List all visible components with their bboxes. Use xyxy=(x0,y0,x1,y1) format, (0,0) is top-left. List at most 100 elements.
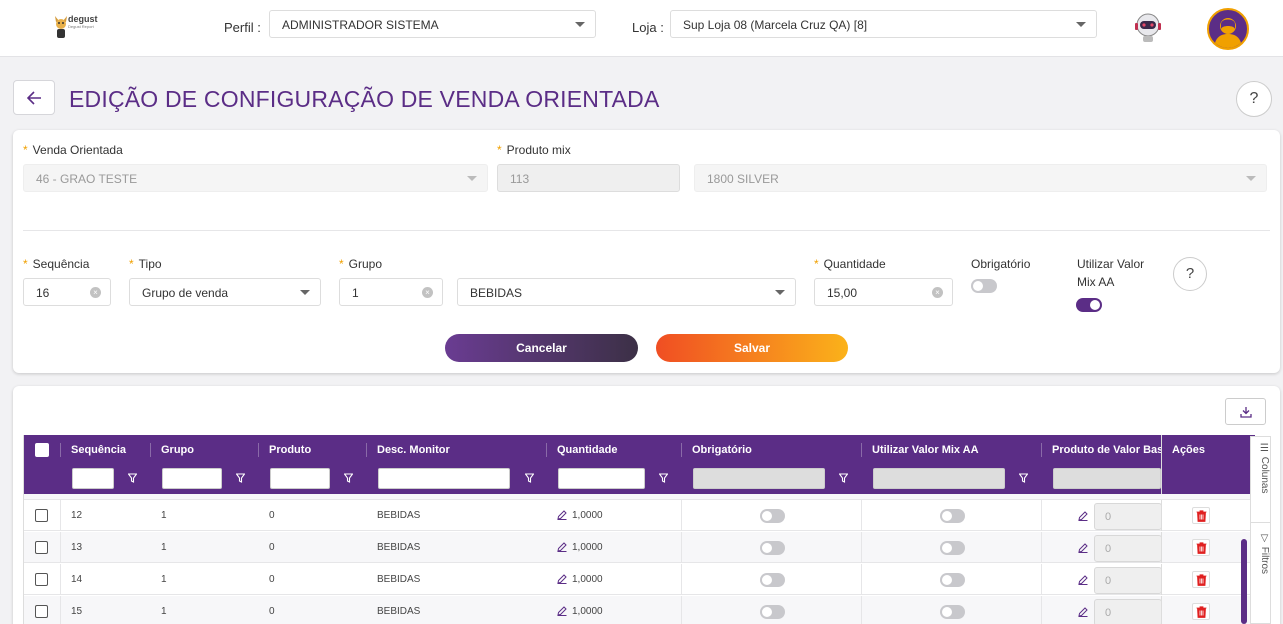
obrigatorio-toggle[interactable] xyxy=(760,605,785,619)
cell-quantidade[interactable]: 1,0000 xyxy=(547,564,603,595)
col-produto[interactable]: Produto xyxy=(259,435,367,465)
user-avatar[interactable] xyxy=(1207,8,1249,50)
save-button[interactable]: Salvar xyxy=(656,334,848,362)
cell-quantidade[interactable]: 1,0000 xyxy=(547,532,603,563)
edit-icon[interactable] xyxy=(1078,511,1088,521)
assistant-robot-icon[interactable] xyxy=(1133,11,1163,43)
edit-icon[interactable] xyxy=(557,542,567,553)
obrigatorio-toggle[interactable] xyxy=(971,279,997,293)
arrow-left-icon xyxy=(27,91,41,105)
delete-button[interactable] xyxy=(1192,507,1210,524)
row-checkbox[interactable] xyxy=(35,573,48,586)
grupo-code-input[interactable]: 1 × xyxy=(339,278,443,306)
form-card: * Venda Orientada 46 - GRAO TESTE * Produt… xyxy=(13,130,1280,373)
filter-quantidade-input[interactable] xyxy=(558,468,645,489)
filter-icon[interactable] xyxy=(236,473,245,483)
grupo-desc-select[interactable]: BEBIDAS xyxy=(457,278,796,306)
col-quantidade[interactable]: Quantidade xyxy=(547,435,682,465)
clear-icon[interactable]: × xyxy=(90,287,101,298)
table-row[interactable]: 13 1 0 BEBIDAS 1,0000 0 xyxy=(24,532,1255,563)
chevron-down-icon xyxy=(467,176,477,181)
row-checkbox[interactable] xyxy=(35,541,48,554)
obrigatorio-toggle[interactable] xyxy=(760,573,785,587)
filter-obrigatorio-input[interactable] xyxy=(693,468,825,489)
produto-base-input[interactable]: 0 xyxy=(1094,535,1162,562)
edit-icon[interactable] xyxy=(557,606,567,617)
filter-desc-input[interactable] xyxy=(378,468,510,489)
back-button[interactable] xyxy=(13,80,55,115)
obrigatorio-toggle[interactable] xyxy=(760,541,785,555)
produto-base-input[interactable]: 0 xyxy=(1094,599,1162,624)
delete-button[interactable] xyxy=(1192,603,1210,620)
edit-icon[interactable] xyxy=(557,574,567,585)
cell-quantidade[interactable]: 1,0000 xyxy=(547,596,603,624)
cancel-button[interactable]: Cancelar xyxy=(445,334,638,362)
row-checkbox[interactable] xyxy=(35,605,48,618)
filter-grupo-input[interactable] xyxy=(162,468,222,489)
utilizar-valor-toggle[interactable] xyxy=(940,573,965,587)
obrigatorio-label: Obrigatório xyxy=(971,257,1031,271)
utilizar-valor-toggle[interactable] xyxy=(940,541,965,555)
produto-mix-desc-select[interactable]: 1800 SILVER xyxy=(694,164,1267,192)
filter-icon[interactable] xyxy=(1019,473,1028,483)
produto-base-input[interactable]: 0 xyxy=(1094,567,1162,594)
table-row[interactable]: 15 1 0 BEBIDAS 1,0000 0 xyxy=(24,596,1255,624)
quantidade-input[interactable]: 15,00 × xyxy=(814,278,953,306)
chevron-down-icon xyxy=(775,290,785,295)
tipo-select[interactable]: Grupo de venda xyxy=(129,278,321,306)
cell-grupo: 1 xyxy=(161,574,167,585)
cell-produto: 0 xyxy=(269,510,275,521)
app-logo[interactable]: degust Degust Report xyxy=(54,14,104,42)
col-produto-valor-base[interactable]: Produto de Valor Base xyxy=(1042,435,1162,465)
trash-icon xyxy=(1196,542,1207,554)
obrigatorio-toggle[interactable] xyxy=(760,509,785,523)
logo-subtitle: Degust Report xyxy=(68,24,94,29)
filter-icon[interactable] xyxy=(659,473,668,483)
help-button[interactable]: ? xyxy=(1236,81,1272,117)
utilizar-valor-toggle[interactable] xyxy=(940,509,965,523)
filter-icon[interactable] xyxy=(525,473,534,483)
filter-icon[interactable] xyxy=(839,473,848,483)
sequencia-input[interactable]: 16 × xyxy=(23,278,111,306)
columns-tab[interactable]: ☰ Colunas xyxy=(1251,439,1270,493)
loja-select[interactable]: Sup Loja 08 (Marcela Cruz QA) [8] xyxy=(670,10,1097,38)
cell-quantidade[interactable]: 1,0000 xyxy=(547,500,603,531)
col-desc-monitor[interactable]: Desc. Monitor xyxy=(367,435,547,465)
edit-icon[interactable] xyxy=(1078,607,1088,617)
filter-icon[interactable] xyxy=(344,473,353,483)
perfil-select[interactable]: ADMINISTRADOR SISTEMA xyxy=(269,10,596,38)
produto-base-input[interactable]: 0 xyxy=(1094,503,1162,530)
select-all-checkbox[interactable] xyxy=(35,443,49,457)
filters-tab[interactable]: ▽ Filtros xyxy=(1251,529,1270,574)
filter-produto-base-input[interactable] xyxy=(1053,468,1161,489)
row-checkbox[interactable] xyxy=(35,509,48,522)
chevron-down-icon xyxy=(575,22,585,27)
table-row[interactable]: 12 1 0 BEBIDAS 1,0000 0 xyxy=(24,500,1255,531)
col-utilizar-valor-mix[interactable]: Utilizar Valor Mix AA xyxy=(862,435,1042,465)
form-help-button[interactable]: ? xyxy=(1173,257,1207,291)
filter-utilizar-input[interactable] xyxy=(873,468,1005,489)
edit-icon[interactable] xyxy=(557,510,567,521)
filter-produto-input[interactable] xyxy=(270,468,330,489)
filter-icon[interactable] xyxy=(128,473,137,483)
venda-orientada-select[interactable]: 46 - GRAO TESTE xyxy=(23,164,488,192)
grid-scrollbar[interactable] xyxy=(1241,539,1247,624)
col-obrigatorio[interactable]: Obrigatório xyxy=(682,435,862,465)
edit-icon[interactable] xyxy=(1078,543,1088,553)
columns-icon: ☰ xyxy=(1259,443,1270,457)
table-row[interactable]: 14 1 0 BEBIDAS 1,0000 0 xyxy=(24,564,1255,595)
filter-sequencia-input[interactable] xyxy=(72,468,114,489)
clear-icon[interactable]: × xyxy=(932,287,943,298)
edit-icon[interactable] xyxy=(1078,575,1088,585)
utilizar-valor-toggle[interactable] xyxy=(940,605,965,619)
col-acoes: Ações xyxy=(1172,444,1206,456)
export-button[interactable] xyxy=(1225,398,1266,425)
col-grupo[interactable]: Grupo xyxy=(151,435,259,465)
delete-button[interactable] xyxy=(1192,539,1210,556)
col-sequencia[interactable]: Sequência xyxy=(61,435,150,465)
clear-icon[interactable]: × xyxy=(422,287,433,298)
delete-button[interactable] xyxy=(1192,571,1210,588)
produto-mix-code-input[interactable]: 113 xyxy=(497,164,680,192)
utilizar-valor-toggle[interactable] xyxy=(1076,298,1102,312)
cell-grupo: 1 xyxy=(161,606,167,617)
